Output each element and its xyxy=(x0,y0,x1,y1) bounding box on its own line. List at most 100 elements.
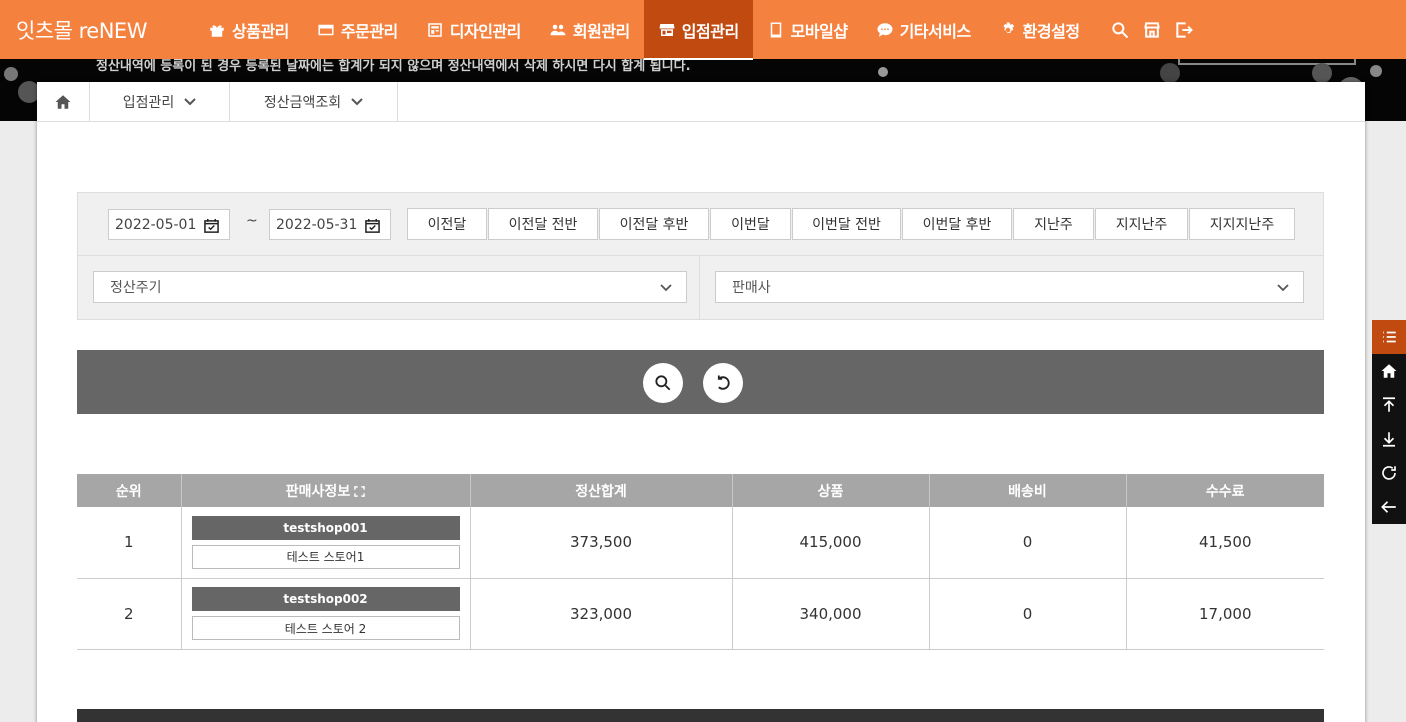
nav-item-orders[interactable]: 주문관리 xyxy=(303,0,412,59)
header-seller-info-label: 판매사정보 xyxy=(285,483,351,500)
table-row: 1 testshop001 테스트 스토어1 373,500 415,000 0… xyxy=(77,507,1324,579)
quick-home-button[interactable] xyxy=(1372,354,1406,388)
tablet-icon xyxy=(770,22,781,37)
cell-seller-info: testshop002 테스트 스토어 2 xyxy=(181,578,471,650)
decor-dot xyxy=(878,67,888,77)
calendar-icon[interactable] xyxy=(365,218,380,233)
date-to-value: 2022-05-31 xyxy=(276,216,358,233)
cell-total: 373,500 xyxy=(470,507,733,579)
chevron-down-icon xyxy=(1277,284,1289,292)
chevron-down-icon xyxy=(184,97,196,105)
table-row: 2 testshop002 테스트 스토어 2 323,000 340,000 … xyxy=(77,578,1324,650)
header-product: 상품 xyxy=(732,474,930,507)
chevron-down-icon xyxy=(351,97,363,105)
reset-button[interactable] xyxy=(703,363,743,403)
action-bar xyxy=(77,350,1324,414)
nav-item-products[interactable]: 상품관리 xyxy=(194,0,303,59)
nav-label: 주문관리 xyxy=(340,21,398,41)
quick-three-weeks-ago[interactable]: 지지지난주 xyxy=(1189,208,1295,240)
nav-label: 환경설정 xyxy=(1022,21,1080,41)
quick-refresh-button[interactable] xyxy=(1372,456,1406,490)
seller-id-badge[interactable]: testshop001 xyxy=(191,515,460,540)
nav-item-members[interactable]: 회원관리 xyxy=(535,0,644,59)
seller-select[interactable]: 판매사 xyxy=(715,271,1304,303)
table-header-row: 순위 판매사정보 정산합계 상품 배송비 수수료 xyxy=(77,474,1324,507)
quick-two-weeks-ago[interactable]: 지지난주 xyxy=(1095,208,1188,240)
quick-prev-month-second-half[interactable]: 이전달 후반 xyxy=(599,208,709,240)
settlement-cycle-select[interactable]: 정산주기 xyxy=(93,271,687,303)
nav-item-mobile[interactable]: 모바일샵 xyxy=(753,0,862,59)
nav-item-vendors[interactable]: 입점관리 xyxy=(643,0,753,60)
quick-menu-list-button[interactable] xyxy=(1372,320,1406,354)
filter-divider xyxy=(699,256,700,320)
date-from-input[interactable]: 2022-05-01 xyxy=(108,209,230,240)
header-total: 정산합계 xyxy=(470,474,733,507)
logout-icon[interactable] xyxy=(1174,20,1194,40)
cell-fee: 17,000 xyxy=(1126,578,1324,650)
decor-dot xyxy=(4,67,18,81)
seller-id-badge[interactable]: testshop002 xyxy=(191,587,460,611)
header-fee: 수수료 xyxy=(1126,474,1324,507)
quick-back-button[interactable] xyxy=(1372,490,1406,524)
quick-this-month[interactable]: 이번달 xyxy=(710,208,791,240)
cell-rank: 1 xyxy=(77,507,182,579)
nav-item-design[interactable]: 디자인관리 xyxy=(412,0,535,59)
calendar-icon[interactable] xyxy=(204,218,219,233)
download-icon xyxy=(1383,432,1395,447)
decor-dot xyxy=(1370,65,1382,77)
expand-icon[interactable] xyxy=(354,486,366,497)
decor-dot xyxy=(1312,63,1332,83)
quick-last-week[interactable]: 지난주 xyxy=(1013,208,1094,240)
cell-fee: 41,500 xyxy=(1126,507,1324,579)
chat-icon xyxy=(877,22,893,37)
seller-name-badge[interactable]: 테스트 스토어 2 xyxy=(191,616,460,640)
cell-shipping: 0 xyxy=(929,578,1127,650)
home-icon xyxy=(1381,364,1397,378)
quick-prev-month[interactable]: 이전달 xyxy=(407,208,487,240)
search-button[interactable] xyxy=(643,363,683,403)
cell-product: 415,000 xyxy=(732,507,930,579)
nav-item-services[interactable]: 기타서비스 xyxy=(862,0,985,59)
cell-shipping: 0 xyxy=(929,507,1127,579)
breadcrumb-level2[interactable]: 정산금액조회 xyxy=(230,82,398,121)
strip-frame xyxy=(1178,59,1356,65)
nav-item-settings[interactable]: 환경설정 xyxy=(985,0,1094,59)
date-to-input[interactable]: 2022-05-31 xyxy=(269,209,391,240)
shop-icon[interactable] xyxy=(1142,20,1162,40)
quick-this-month-first-half[interactable]: 이번달 전반 xyxy=(792,208,901,240)
seller-select-value: 판매사 xyxy=(732,280,771,296)
arrow-left-icon xyxy=(1381,501,1396,513)
cell-rank: 2 xyxy=(77,578,182,650)
quick-this-month-second-half[interactable]: 이번달 후반 xyxy=(902,208,1012,240)
decor-dot xyxy=(1160,63,1180,83)
list-icon xyxy=(1383,331,1396,343)
card-icon xyxy=(318,24,334,35)
breadcrumb-home[interactable] xyxy=(37,82,90,121)
nav-label: 상품관리 xyxy=(232,21,289,41)
quick-download-button[interactable] xyxy=(1372,422,1406,456)
arrow-to-top-icon xyxy=(1383,397,1395,412)
seller-name-badge[interactable]: 테스트 스토어1 xyxy=(191,544,460,569)
date-filter-row: 2022-05-01 ~ 2022-05-31 이전달 이전달 전반 이전달 후… xyxy=(78,193,1323,256)
date-from-value: 2022-05-01 xyxy=(115,216,197,233)
settlement-cycle-value: 정산주기 xyxy=(110,280,162,296)
settlement-table: 순위 판매사정보 정산합계 상품 배송비 수수료 1 testshop001 테… xyxy=(77,474,1324,650)
header-shipping: 배송비 xyxy=(929,474,1127,507)
search-icon[interactable] xyxy=(1110,20,1130,40)
nav-label: 입점관리 xyxy=(681,21,739,41)
refresh-icon xyxy=(1382,466,1396,480)
breadcrumb-level1[interactable]: 입점관리 xyxy=(90,82,230,121)
nav-label: 디자인관리 xyxy=(449,21,522,41)
brand-logo[interactable]: 잇츠몰 reNEW xyxy=(0,15,194,45)
cell-product: 340,000 xyxy=(732,578,930,650)
nav-tools xyxy=(1110,20,1194,40)
date-range-separator: ~ xyxy=(246,213,258,229)
breadcrumb-level1-label: 입점관리 xyxy=(122,94,175,111)
search-filter: 2022-05-01 ~ 2022-05-31 이전달 이전달 전반 이전달 후… xyxy=(77,192,1324,320)
header-seller-info[interactable]: 판매사정보 xyxy=(181,474,471,507)
chevron-down-icon xyxy=(660,284,672,292)
quick-top-button[interactable] xyxy=(1372,388,1406,422)
quick-menu-bar xyxy=(1372,320,1406,524)
select-filter-row: 정산주기 판매사 xyxy=(78,256,1323,320)
quick-prev-month-first-half[interactable]: 이전달 전반 xyxy=(488,208,598,240)
